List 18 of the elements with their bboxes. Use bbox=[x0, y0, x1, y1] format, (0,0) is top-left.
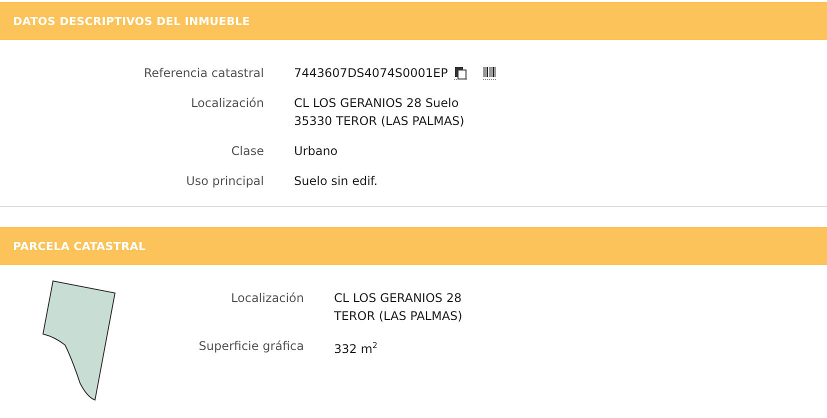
field-value: TEROR (LAS PALMAS) bbox=[334, 308, 462, 325]
field-label: Localización bbox=[230, 290, 304, 307]
field-value: 332 m$^{2}$ bbox=[334, 340, 378, 358]
barcode-icon[interactable] bbox=[482, 66, 496, 80]
field-value: 7443607DS4074S0001EP bbox=[294, 65, 448, 82]
section-header: DATOS DESCRIPTIVOS DEL INMUEBLE bbox=[0, 2, 827, 40]
field-value: CL LOS GERANIOS 28 Suelo bbox=[294, 95, 460, 112]
field-label: Referencia catastral bbox=[142, 65, 264, 82]
field-value: CL LOS GERANIOS 28 bbox=[334, 290, 462, 307]
field-value: Suelo sin edif. bbox=[294, 173, 378, 190]
field-value: 35330 TEROR (LAS PALMAS) bbox=[294, 113, 464, 130]
section-header: PARCELA CATASTRAL bbox=[0, 227, 827, 265]
field-label: Clase bbox=[230, 143, 264, 160]
field-label: Localización bbox=[190, 95, 264, 112]
field-value: Urbano bbox=[294, 143, 338, 160]
field-label: Uso principal bbox=[185, 173, 264, 190]
copy-icon[interactable] bbox=[454, 66, 467, 80]
field-label: Superficie gráfica bbox=[198, 338, 304, 355]
